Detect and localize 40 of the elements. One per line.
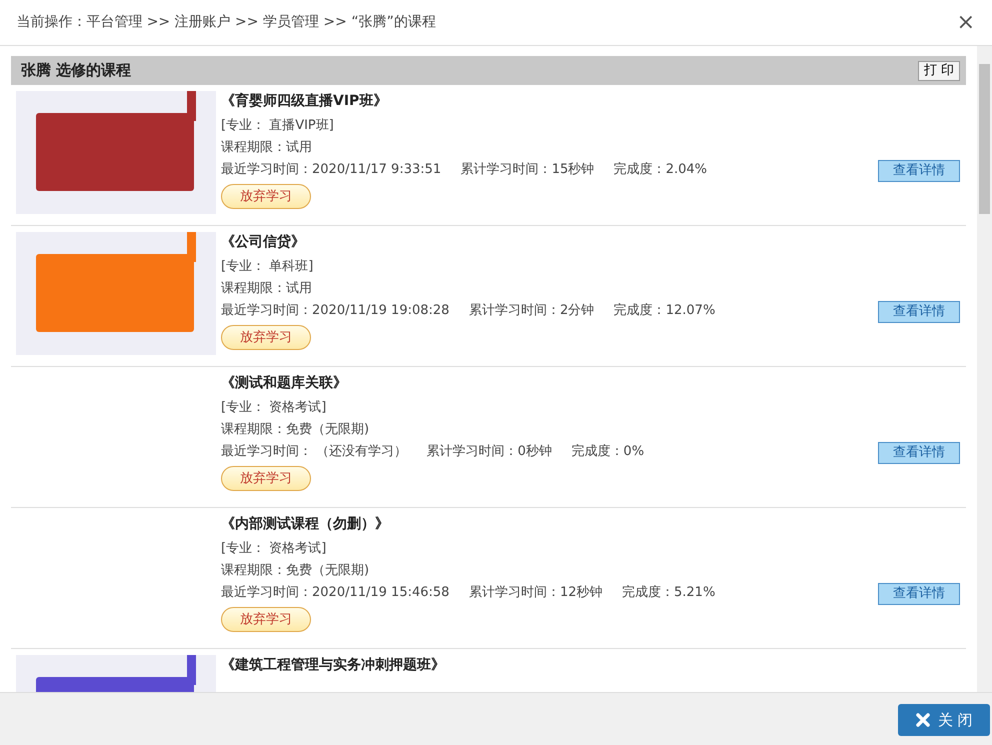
course-title: 《育婴师四级直播VIP班》 bbox=[221, 92, 388, 111]
scrollbar[interactable] bbox=[977, 46, 992, 692]
abandon-button[interactable]: 放弃学习 bbox=[221, 325, 311, 350]
completion-rate: 完成度：5.21% bbox=[622, 584, 716, 602]
last-study-time: 最近学习时间：2020/11/17 9:33:51 bbox=[221, 161, 442, 179]
total-study-time: 累计学习时间：0秒钟 bbox=[426, 443, 552, 461]
total-study-time: 累计学习时间：12秒钟 bbox=[468, 584, 602, 602]
section-title: 张腾 选修的课程 bbox=[21, 60, 132, 82]
print-button[interactable]: 打 印 bbox=[918, 60, 960, 80]
abandon-button[interactable]: 放弃学习 bbox=[221, 184, 311, 209]
view-details-button[interactable]: 查看详情 bbox=[878, 160, 960, 182]
breadcrumb: 当前操作：平台管理 >> 注册账户 >> 学员管理 >> “张腾”的课程 bbox=[15, 13, 436, 32]
course-major: [专业： 资格考试] bbox=[221, 540, 328, 558]
course-period: 课程期限：免费（无限期) bbox=[221, 562, 370, 580]
close-button[interactable]: 关 闭 bbox=[898, 704, 990, 736]
scrollbar-thumb[interactable] bbox=[979, 64, 990, 214]
course-period: 课程期限：试用 bbox=[221, 280, 313, 298]
course-title: 《测试和题库关联》 bbox=[221, 374, 348, 393]
course-title: 《公司信贷》 bbox=[221, 233, 306, 252]
last-study-time: 最近学习时间：2020/11/19 15:46:58 bbox=[221, 584, 450, 602]
view-details-button[interactable]: 查看详情 bbox=[878, 301, 960, 323]
completion-rate: 完成度：12.07% bbox=[614, 302, 716, 320]
view-details-button[interactable]: 查看详情 bbox=[878, 583, 960, 605]
view-details-button[interactable]: 查看详情 bbox=[878, 442, 960, 464]
total-study-time: 累计学习时间：15秒钟 bbox=[460, 161, 594, 179]
total-study-time: 累计学习时间：2分钟 bbox=[468, 302, 594, 320]
completion-rate: 完成度：2.04% bbox=[614, 161, 708, 179]
completion-rate: 完成度：0% bbox=[571, 443, 644, 461]
close-icon bbox=[915, 712, 932, 728]
course-major: [专业： 资格考试] bbox=[221, 399, 328, 417]
last-study-time: 最近学习时间：2020/11/19 19:08:28 bbox=[221, 302, 450, 320]
abandon-button[interactable]: 放弃学习 bbox=[221, 466, 311, 491]
course-major: [专业： 直播VIP班] bbox=[221, 117, 335, 135]
course-title: 《内部测试课程（勿删）》 bbox=[221, 514, 390, 534]
last-study-time: 最近学习时间： （还没有学习） bbox=[221, 443, 408, 461]
course-title: 《建筑工程管理与实务冲刺押题班》 bbox=[221, 656, 446, 675]
course-period: 课程期限：试用 bbox=[221, 139, 313, 157]
course-period: 课程期限：免费（无限期) bbox=[221, 421, 370, 439]
course-major: [专业： 单科班] bbox=[221, 258, 314, 276]
abandon-button[interactable]: 放弃学习 bbox=[221, 607, 311, 632]
